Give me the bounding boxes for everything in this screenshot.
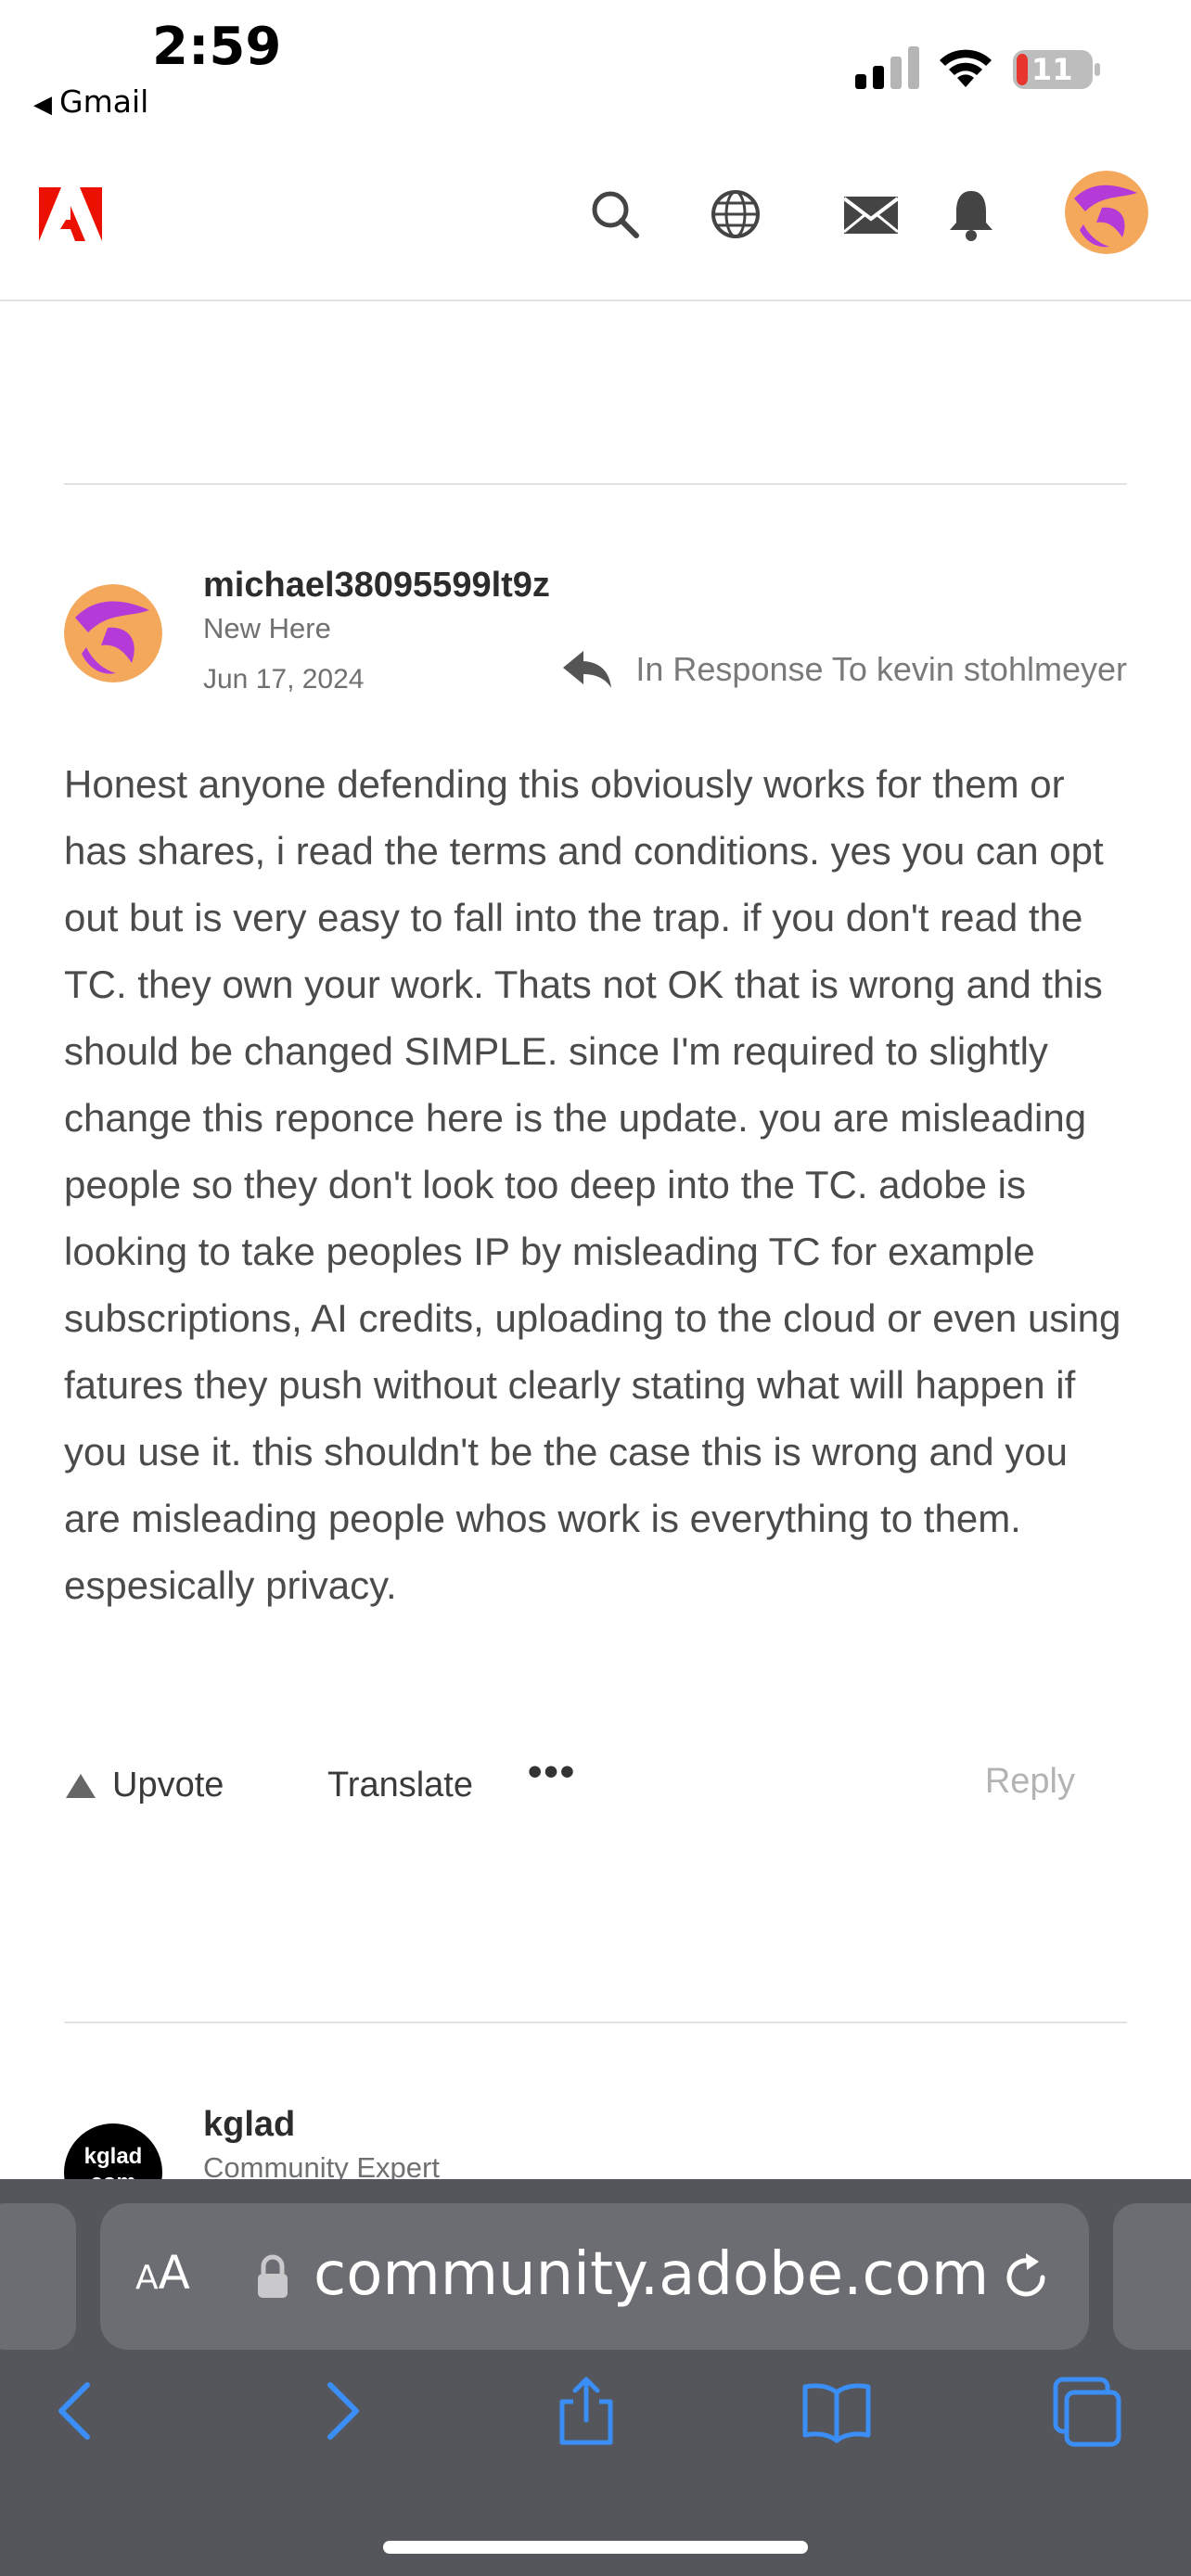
author-username[interactable]: michael38095599lt9z — [203, 566, 550, 606]
search-icon[interactable] — [586, 185, 644, 243]
next-tab-preview[interactable] — [1113, 2203, 1191, 2350]
globe-icon[interactable] — [707, 185, 764, 243]
upvote-button[interactable]: Upvote — [64, 1766, 224, 1805]
more-options-button[interactable]: ••• — [528, 1749, 576, 1795]
lock-icon — [258, 2254, 288, 2298]
bookmarks-icon[interactable] — [800, 2374, 874, 2448]
reload-icon[interactable] — [998, 2250, 1054, 2305]
previous-tab-preview[interactable] — [0, 2203, 76, 2350]
back-to-gmail-button[interactable]: ◀ Gmail — [33, 83, 148, 120]
safari-toolbar: AA community.adobe.com — [0, 2179, 1191, 2576]
author-username-next[interactable]: kglad — [203, 2105, 295, 2145]
author-rank: New Here — [203, 612, 331, 644]
address-bar[interactable]: AA community.adobe.com — [100, 2203, 1089, 2350]
back-chevron-icon[interactable] — [41, 2374, 115, 2448]
home-indicator[interactable] — [383, 2541, 808, 2554]
aa-large: A — [158, 2246, 190, 2300]
share-icon[interactable] — [549, 2374, 623, 2448]
status-time: 2:59 — [152, 17, 282, 77]
forward-chevron-icon[interactable] — [302, 2374, 377, 2448]
post-actions: Upvote Translate ••• Reply — [64, 1749, 1127, 1821]
url-text[interactable]: community.adobe.com — [314, 2240, 989, 2309]
back-app-label: Gmail — [59, 83, 149, 120]
battery-icon: 11 — [1013, 50, 1102, 89]
battery-level: 11 — [1031, 52, 1073, 87]
post-divider-2 — [64, 2021, 1127, 2023]
status-bar: 2:59 ◀ Gmail 11 — [0, 0, 1191, 130]
cellular-signal-icon — [855, 46, 919, 89]
in-response-text: In Response To kevin stohlmeyer — [635, 650, 1127, 688]
upvote-label: Upvote — [112, 1766, 224, 1804]
bell-icon[interactable] — [944, 185, 998, 243]
site-header — [0, 130, 1191, 301]
translate-button[interactable]: Translate — [327, 1766, 473, 1805]
reader-text-size-button[interactable]: AA — [135, 2246, 190, 2300]
back-triangle-icon: ◀ — [33, 91, 52, 119]
author-avatar[interactable] — [64, 584, 162, 682]
mail-icon[interactable] — [840, 185, 902, 243]
reply-button[interactable]: Reply — [985, 1762, 1075, 1802]
aa-small: A — [135, 2259, 159, 2297]
post-divider — [64, 483, 1127, 485]
wifi-icon — [940, 49, 992, 87]
tabs-icon[interactable] — [1048, 2374, 1122, 2448]
post-date: Jun 17, 2024 — [203, 664, 365, 695]
post-body: Honest anyone defending this obviously w… — [64, 762, 1121, 1607]
upvote-triangle-icon — [66, 1773, 96, 1798]
adobe-logo[interactable] — [39, 187, 102, 241]
reply-arrow-icon — [563, 651, 612, 688]
user-avatar[interactable] — [1065, 171, 1148, 254]
in-response-link[interactable]: In Response To kevin stohlmeyer — [561, 649, 1127, 690]
